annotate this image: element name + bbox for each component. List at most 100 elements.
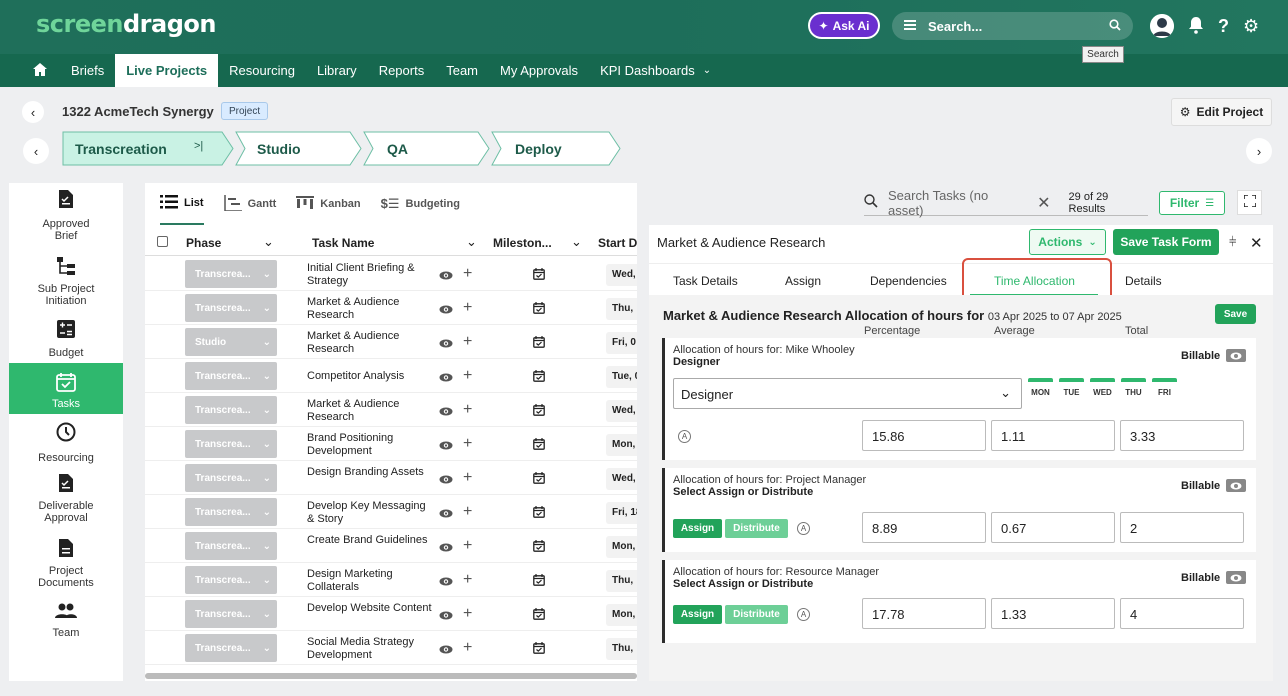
phase-select[interactable]: Transcrea... ⌄ bbox=[185, 634, 277, 662]
table-row[interactable]: Studio ⌄ Market & Audience Research + Fri, 0 bbox=[145, 325, 637, 359]
total-input[interactable]: 4 bbox=[1120, 598, 1244, 629]
auto-assign-icon[interactable]: A bbox=[797, 608, 810, 621]
phase-select[interactable]: Transcrea... ⌄ bbox=[185, 294, 277, 322]
tab-task-details[interactable]: Task Details bbox=[673, 274, 738, 288]
home-nav[interactable] bbox=[20, 54, 60, 87]
column-start-date[interactable]: Start D bbox=[598, 236, 637, 250]
task-name[interactable]: Competitor Analysis bbox=[307, 370, 432, 383]
nav-live-projects[interactable]: Live Projects bbox=[115, 54, 219, 87]
task-name[interactable]: Market & Audience Research bbox=[307, 398, 432, 424]
eye-icon[interactable] bbox=[439, 405, 453, 419]
stage-prev-button[interactable]: ‹ bbox=[23, 138, 49, 164]
auto-assign-icon[interactable]: A bbox=[797, 522, 810, 535]
eye-icon[interactable] bbox=[439, 371, 453, 385]
split-view-icon[interactable]: ⫩ bbox=[1229, 234, 1236, 250]
table-row[interactable]: Transcrea... ⌄ Design Branding Assets + Wed, bbox=[145, 461, 637, 495]
column-milestone[interactable]: Mileston... bbox=[493, 236, 552, 250]
milestone-calendar-icon[interactable] bbox=[533, 370, 545, 385]
day-fri[interactable]: FRI bbox=[1152, 378, 1177, 403]
plus-icon[interactable]: + bbox=[463, 402, 472, 418]
save-allocation-button[interactable]: Save bbox=[1215, 304, 1256, 324]
distribute-button[interactable]: Distribute bbox=[725, 519, 788, 538]
gear-icon[interactable]: ⚙ bbox=[1243, 16, 1259, 37]
task-search-input[interactable]: Search Tasks (no asset) bbox=[888, 188, 1027, 218]
tab-details[interactable]: Details bbox=[1125, 274, 1162, 288]
day-thu[interactable]: THU bbox=[1121, 378, 1146, 403]
plus-icon[interactable]: + bbox=[463, 504, 472, 520]
nav-library[interactable]: Library bbox=[306, 54, 368, 87]
table-row[interactable]: Transcrea... ⌄ Initial Client Briefing & S… bbox=[145, 257, 637, 291]
back-button[interactable]: ‹ bbox=[22, 101, 44, 123]
sidebar-item-sub-project[interactable]: Sub Project Initiation bbox=[9, 256, 123, 310]
table-row[interactable]: Transcrea... ⌄ Social Media Strategy Devel… bbox=[145, 631, 637, 665]
milestone-calendar-icon[interactable] bbox=[533, 438, 545, 453]
start-date-cell[interactable]: Fri, 18 bbox=[606, 502, 637, 524]
total-input[interactable]: 3.33 bbox=[1120, 420, 1244, 451]
start-date-cell[interactable]: Fri, 0 bbox=[606, 332, 637, 354]
bell-icon[interactable] bbox=[1188, 16, 1204, 37]
table-row[interactable]: Transcrea... ⌄ Design Marketing Collateral… bbox=[145, 563, 637, 597]
stage-next-button[interactable]: › bbox=[1246, 138, 1272, 164]
sidebar-item-deliverable-approval[interactable]: Deliverable Approval bbox=[9, 473, 123, 527]
stage-transcreation[interactable]: Transcreation >| bbox=[62, 131, 234, 166]
start-date-cell[interactable]: Thu, bbox=[606, 298, 637, 320]
eye-icon[interactable] bbox=[439, 609, 453, 623]
auto-assign-icon[interactable]: A bbox=[678, 430, 691, 443]
start-date-cell[interactable]: Wed, bbox=[606, 264, 637, 286]
ask-ai-button[interactable]: ✦ Ask Ai bbox=[808, 12, 880, 39]
filter-button[interactable]: Filter ☰ bbox=[1159, 191, 1225, 215]
sidebar-item-tasks[interactable]: Tasks bbox=[9, 363, 123, 414]
plus-icon[interactable]: + bbox=[463, 606, 472, 622]
plus-icon[interactable]: + bbox=[463, 640, 472, 656]
clear-icon[interactable]: ✕ bbox=[1037, 193, 1050, 213]
start-date-cell[interactable]: Wed, bbox=[606, 468, 637, 490]
nav-kpi-dashboards[interactable]: KPI Dashboards ⌄ bbox=[589, 54, 722, 87]
plus-icon[interactable]: + bbox=[463, 538, 472, 554]
task-name[interactable]: Design Branding Assets bbox=[307, 466, 432, 479]
task-search[interactable]: Search Tasks (no asset) ✕ 29 of 29 Resul… bbox=[864, 188, 1148, 218]
eye-icon[interactable] bbox=[439, 575, 453, 589]
eye-icon[interactable] bbox=[439, 473, 453, 487]
close-icon[interactable]: ✕ bbox=[1250, 234, 1263, 252]
table-row[interactable]: Transcrea... ⌄ Create Brand Guidelines + Mon… bbox=[145, 529, 637, 563]
plus-icon[interactable]: + bbox=[463, 572, 472, 588]
task-name[interactable]: Market & Audience Research bbox=[307, 296, 432, 322]
nav-my-approvals[interactable]: My Approvals bbox=[489, 54, 589, 87]
phase-select[interactable]: Studio ⌄ bbox=[185, 328, 277, 356]
start-date-cell[interactable]: Mon, bbox=[606, 604, 637, 626]
role-select[interactable]: Designer ⌄ bbox=[673, 378, 1022, 409]
total-input[interactable]: 2 bbox=[1120, 512, 1244, 543]
milestone-calendar-icon[interactable] bbox=[533, 336, 545, 351]
milestone-calendar-icon[interactable] bbox=[533, 268, 545, 283]
task-name[interactable]: Develop Website Content bbox=[307, 602, 432, 615]
select-all-checkbox[interactable] bbox=[157, 236, 168, 247]
chevron-down-icon[interactable]: ⌄ bbox=[263, 234, 274, 250]
global-search[interactable]: Search... bbox=[892, 12, 1133, 40]
phase-select[interactable]: Transcrea... ⌄ bbox=[185, 260, 277, 288]
percentage-input[interactable]: 8.89 bbox=[862, 512, 986, 543]
phase-select[interactable]: Transcrea... ⌄ bbox=[185, 464, 277, 492]
logo[interactable]: screendragon bbox=[36, 10, 216, 38]
eye-icon[interactable] bbox=[439, 337, 453, 351]
sidebar-item-project-documents[interactable]: Project Documents bbox=[9, 538, 123, 592]
phase-select[interactable]: Transcrea... ⌄ bbox=[185, 430, 277, 458]
plus-icon[interactable]: + bbox=[463, 266, 472, 282]
sidebar-item-team[interactable]: Team bbox=[9, 603, 123, 643]
milestone-calendar-icon[interactable] bbox=[533, 574, 545, 589]
phase-select[interactable]: Transcrea... ⌄ bbox=[185, 362, 277, 390]
start-date-cell[interactable]: Mon, bbox=[606, 536, 637, 558]
phase-select[interactable]: Transcrea... ⌄ bbox=[185, 600, 277, 628]
edit-project-button[interactable]: ⚙ Edit Project bbox=[1171, 98, 1272, 126]
stage-qa[interactable]: QA bbox=[363, 131, 490, 166]
billable-toggle[interactable]: Billable bbox=[1181, 571, 1247, 584]
sidebar-item-budget[interactable]: Budget bbox=[9, 320, 123, 360]
eye-icon[interactable] bbox=[439, 643, 453, 657]
view-list[interactable]: List bbox=[160, 183, 204, 225]
start-date-cell[interactable]: Thu, bbox=[606, 570, 637, 592]
milestone-calendar-icon[interactable] bbox=[533, 472, 545, 487]
horizontal-scrollbar[interactable] bbox=[145, 673, 637, 679]
plus-icon[interactable]: + bbox=[463, 436, 472, 452]
plus-icon[interactable]: + bbox=[463, 300, 472, 316]
milestone-calendar-icon[interactable] bbox=[533, 506, 545, 521]
stage-deploy[interactable]: Deploy bbox=[491, 131, 621, 166]
